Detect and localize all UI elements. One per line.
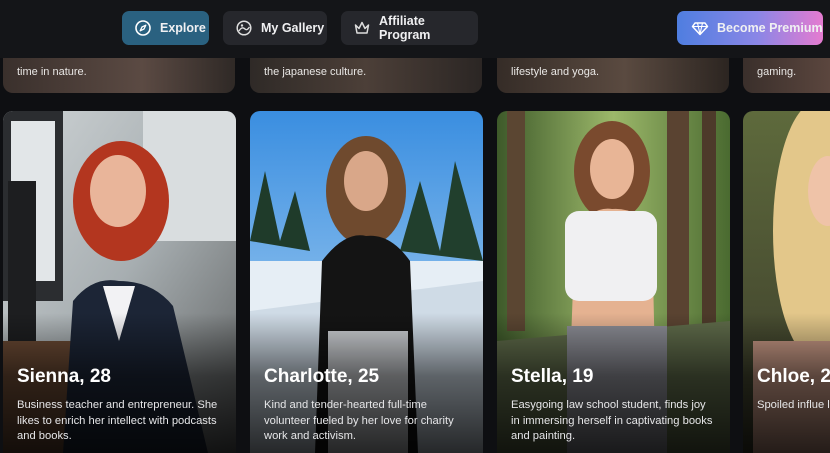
become-premium-label: Become Premium — [717, 21, 823, 35]
top-navigation-bar: Explore My Gallery Affiliate Program Bec… — [0, 0, 830, 58]
affiliate-program-label: Affiliate Program — [379, 14, 431, 42]
become-premium-button[interactable]: Become Premium — [677, 11, 823, 45]
character-card-sienna[interactable]: Sienna, 28 Business teacher and entrepre… — [3, 111, 236, 453]
character-description: time in nature. — [17, 66, 87, 78]
character-description: lifestyle and yoga. — [511, 66, 600, 78]
gallery-icon — [235, 19, 253, 37]
crown-icon — [353, 19, 371, 37]
my-gallery-button[interactable]: My Gallery — [223, 11, 327, 45]
character-card-charlotte[interactable]: Charlotte, 25 Kind and tender-hearted fu… — [250, 111, 483, 453]
affiliate-program-button[interactable]: Affiliate Program — [341, 11, 478, 45]
compass-icon — [134, 19, 152, 37]
explore-label: Explore — [160, 21, 206, 35]
character-description: gaming. — [757, 66, 797, 78]
character-name: Stella, 19 — [511, 366, 594, 387]
character-name: Sienna, 28 — [17, 366, 111, 387]
my-gallery-label: My Gallery — [261, 21, 325, 35]
character-name: Charlotte, 25 — [264, 366, 380, 387]
character-card-stella[interactable]: Stella, 19 Easygoing law school student,… — [497, 111, 730, 453]
character-bio: Easygoing law school student, finds joy … — [511, 399, 713, 442]
character-description: the japanese culture. — [264, 66, 367, 78]
character-name: Chloe, 2 — [757, 366, 830, 387]
character-card-chloe[interactable]: Chloe, 2 Spoiled influe life indulging t… — [743, 111, 830, 453]
explore-button[interactable]: Explore — [122, 11, 209, 45]
character-bio: Spoiled influe life indulging traveling … — [757, 399, 830, 411]
character-bio: Business teacher and entrepreneur. She l… — [17, 399, 218, 442]
character-bio: Kind and tender-hearted full-time volunt… — [264, 399, 454, 442]
diamond-icon — [691, 19, 709, 37]
